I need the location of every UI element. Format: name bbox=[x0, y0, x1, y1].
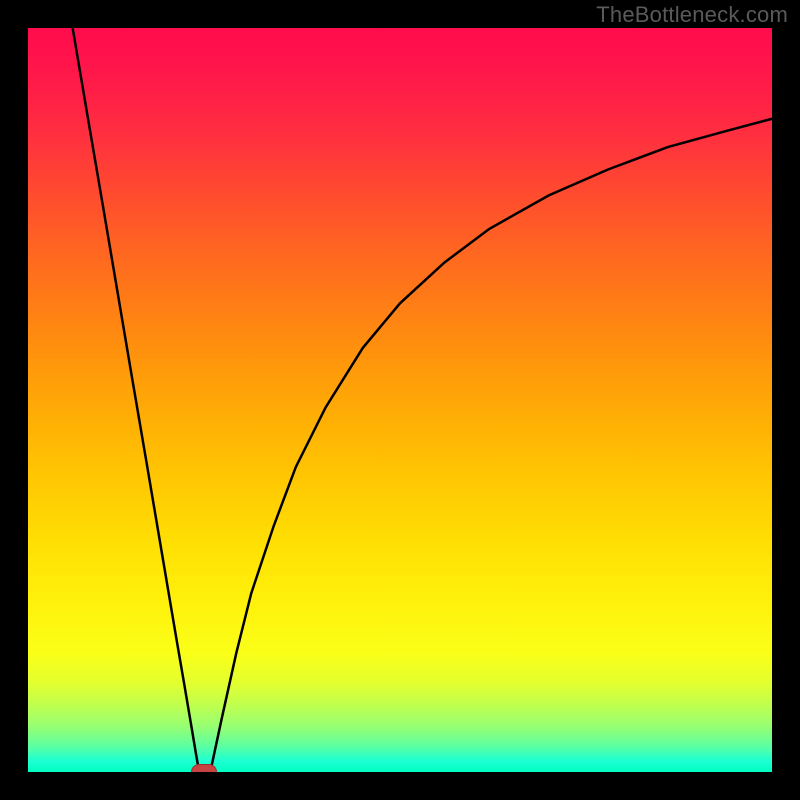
watermark-text: TheBottleneck.com bbox=[596, 2, 788, 28]
bottleneck-curve bbox=[28, 28, 772, 772]
curve-left-branch bbox=[73, 28, 199, 772]
dip-marker bbox=[191, 764, 217, 772]
chart-outer-frame: TheBottleneck.com bbox=[0, 0, 800, 800]
plot-area bbox=[28, 28, 772, 772]
curve-right-branch bbox=[210, 119, 772, 772]
